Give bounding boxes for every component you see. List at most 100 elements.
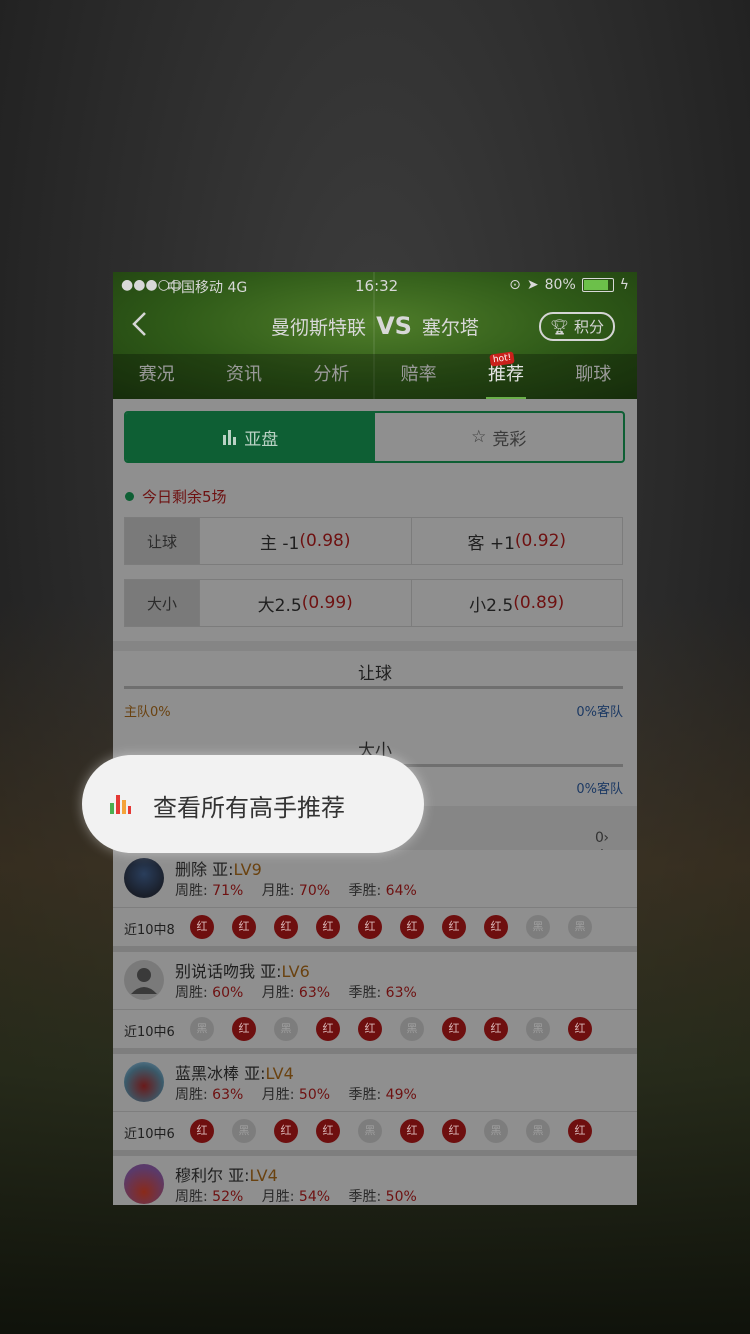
segment-label: 竞彩: [492, 429, 527, 450]
result-chip: 红: [568, 1119, 592, 1143]
standings-label: 积分: [573, 318, 604, 336]
tab-label: 赛况: [138, 364, 175, 385]
stat-label: 季胜:: [348, 1087, 382, 1103]
expert-name-line: 别说话吻我 亚:LV6: [175, 958, 310, 982]
market-segmented-control: 亚盘 ☆ 竞彩: [124, 411, 625, 463]
expert-card[interactable]: 蓝黑冰棒 亚:LV4 周胜: 63% 月胜: 50% 季胜: 49% 近10中6…: [113, 1054, 637, 1150]
handicap-split-title: 让球: [358, 664, 392, 684]
level-prefix: 亚:: [212, 860, 234, 879]
result-chip: 黑: [568, 915, 592, 939]
status-dot: [125, 492, 134, 501]
week-rate: 63%: [212, 1087, 244, 1103]
tab-label: 赔率: [400, 364, 437, 385]
week-rate: 60%: [212, 985, 244, 1001]
expert-name-line: 蓝黑冰棒 亚:LV4: [175, 1060, 294, 1084]
stat-label: 季胜:: [348, 985, 382, 1001]
view-all-experts-label: 查看所有高手推荐: [153, 794, 345, 822]
remaining-text: 今日剩余5场: [142, 488, 227, 506]
status-right: ⊙ ➤ 80% ϟ: [509, 277, 629, 293]
result-chip: 红: [316, 1119, 340, 1143]
recent-label: 近10中6: [124, 1127, 175, 1142]
level-badge: LV4: [249, 1166, 278, 1185]
remaining-count: 今日剩余5场: [125, 486, 227, 507]
recent-label: 近10中8: [124, 923, 175, 938]
recent-results: 近10中6 黑 红 黑 红 红 黑 红 红 黑 红: [113, 1009, 637, 1048]
win-rates: 周胜: 52% 月胜: 54% 季胜: 50%: [175, 1186, 431, 1205]
location-icon: ➤: [526, 277, 539, 293]
month-rate: 70%: [298, 883, 331, 899]
expert-name: 删除: [175, 860, 208, 879]
away-odds-cell[interactable]: 客 +1 (0.92): [412, 518, 623, 564]
odds-row-label: 让球: [125, 518, 200, 564]
stat-label: 月胜:: [261, 1087, 295, 1103]
odds-line: 大2.5: [257, 595, 302, 616]
result-chip: 红: [568, 1017, 592, 1041]
expert-card[interactable]: 别说话吻我 亚:LV6 周胜: 60% 月胜: 63% 季胜: 63% 近10中…: [113, 952, 637, 1048]
expert-name-line: 删除 亚:LV9: [175, 856, 262, 880]
home-odds-cell[interactable]: 主 -1 (0.98): [200, 518, 412, 564]
result-chip: 黑: [190, 1017, 214, 1041]
result-chip: 红: [232, 915, 256, 939]
odds-row-label: 大小: [125, 580, 200, 626]
handicap-odds-row: 让球 主 -1 (0.98) 客 +1 (0.92): [124, 517, 623, 565]
away-share-label: 0%客队: [576, 705, 623, 720]
tab-label: 推荐: [487, 364, 524, 385]
result-chip: 黑: [232, 1119, 256, 1143]
status-time: 16:32: [355, 277, 399, 295]
view-all-experts-button[interactable]: 查看所有高手推荐: [82, 755, 424, 853]
result-chip: 黑: [526, 1119, 550, 1143]
tab-analysis[interactable]: 分析: [288, 354, 375, 399]
week-rate: 52%: [212, 1189, 244, 1205]
under-odds-cell[interactable]: 小2.5 (0.89): [412, 580, 623, 626]
status-bar: ●●●○○ 中国移动 4G 16:32 ⊙ ➤ 80% ϟ: [113, 272, 637, 298]
result-chip: 红: [274, 1119, 298, 1143]
expert-name: 别说话吻我: [175, 962, 256, 981]
rotation-lock-icon: ⊙: [509, 277, 521, 293]
month-rate: 50%: [298, 1087, 331, 1103]
totals-odds-row: 大小 大2.5 (0.99) 小2.5 (0.89): [124, 579, 623, 627]
result-chip: 红: [484, 1017, 508, 1041]
level-badge: LV6: [281, 962, 310, 981]
result-chip: 红: [274, 915, 298, 939]
result-chip: 红: [190, 915, 214, 939]
home-team: 曼彻斯特联: [271, 317, 367, 339]
segment-lottery[interactable]: ☆ 竞彩: [375, 413, 624, 461]
expert-name: 蓝黑冰棒: [175, 1064, 240, 1083]
result-chip: 红: [358, 915, 382, 939]
tab-label: 资讯: [225, 364, 262, 385]
recent-label: 近10中6: [124, 1025, 175, 1040]
away-share-label: 0%客队: [576, 782, 623, 797]
tab-odds[interactable]: 赔率: [375, 354, 462, 399]
tab-live[interactable]: 赛况: [113, 354, 200, 399]
odds-value: (0.92): [514, 531, 567, 551]
avatar: [124, 1164, 164, 1204]
tab-label: 分析: [313, 364, 350, 385]
section-divider: [113, 641, 637, 651]
result-chip: 黑: [358, 1119, 382, 1143]
over-odds-cell[interactable]: 大2.5 (0.99): [200, 580, 412, 626]
result-chip: 黑: [274, 1017, 298, 1041]
odds-line: 客 +1: [467, 533, 515, 554]
battery-percent: 80%: [544, 277, 576, 293]
win-rates: 周胜: 60% 月胜: 63% 季胜: 63%: [175, 982, 431, 1002]
season-rate: 50%: [385, 1189, 417, 1205]
standings-button[interactable]: 🏆︎ 积分: [539, 312, 615, 341]
bar-chart-icon: [110, 795, 131, 814]
segment-asian[interactable]: 亚盘: [126, 413, 375, 461]
level-prefix: 亚:: [228, 1166, 250, 1185]
tab-recommend[interactable]: hot! 推荐: [462, 351, 549, 399]
expert-name-line: 穆利尔 亚:LV4: [175, 1162, 278, 1186]
tab-chat[interactable]: 聊球: [550, 354, 637, 399]
segment-label: 亚盘: [244, 429, 279, 450]
chevron-right-icon: ›: [603, 830, 609, 846]
stat-label: 周胜:: [175, 1087, 208, 1103]
expert-card[interactable]: 穆利尔 亚:LV4 周胜: 52% 月胜: 54% 季胜: 50%: [113, 1156, 637, 1205]
stat-label: 周胜:: [175, 883, 208, 899]
recent-results: 近10中6 红 黑 红 红 黑 红 红 黑 黑 红: [113, 1111, 637, 1150]
result-chip: 红: [232, 1017, 256, 1041]
expert-card[interactable]: 删除 亚:LV9 周胜: 71% 月胜: 70% 季胜: 64% 近10中8 红…: [113, 850, 637, 946]
result-chip: 红: [190, 1119, 214, 1143]
bar-chart-icon: [223, 430, 237, 445]
tab-news[interactable]: 资讯: [200, 354, 287, 399]
stat-label: 月胜:: [261, 985, 295, 1001]
